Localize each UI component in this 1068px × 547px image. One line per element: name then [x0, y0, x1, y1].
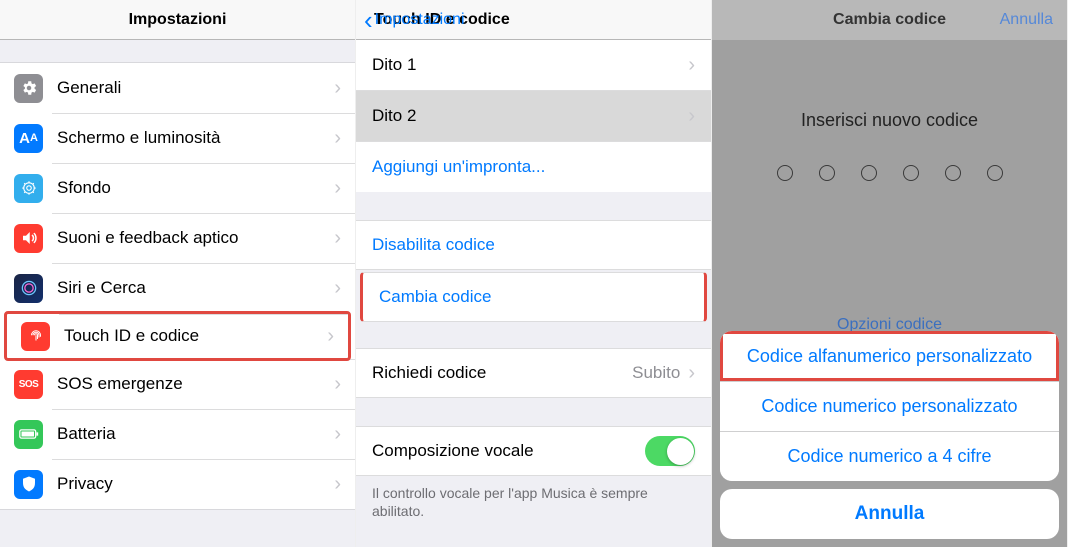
sheet-cancel-button[interactable]: Annulla: [720, 489, 1059, 539]
sheet-option-4digit[interactable]: Codice numerico a 4 cifre: [720, 431, 1059, 481]
chevron-right-icon: ›: [334, 277, 341, 300]
settings-row-sos[interactable]: SOS SOS emergenze ›: [0, 359, 355, 409]
header: Cambia codice Annulla: [712, 0, 1067, 40]
change-code-pane: Cambia codice Annulla Inserisci nuovo co…: [712, 0, 1068, 547]
chevron-right-icon: ›: [334, 177, 341, 200]
passcode-dot: [945, 165, 961, 181]
sos-icon: SOS: [14, 370, 43, 399]
passcode-dot: [987, 165, 1003, 181]
change-code-row[interactable]: Cambia codice: [360, 272, 707, 322]
spacer: [0, 40, 355, 62]
privacy-icon: [14, 470, 43, 499]
sheet-option-custom-numeric[interactable]: Codice numerico personalizzato: [720, 381, 1059, 431]
row-label: Disabilita codice: [372, 235, 695, 255]
row-label: Richiedi codice: [372, 363, 632, 383]
back-label: Impostazioni: [375, 11, 465, 29]
siri-icon: [14, 274, 43, 303]
voice-comp-row: Composizione vocale: [356, 426, 711, 476]
header: Impostazioni: [0, 0, 355, 40]
chevron-right-icon: ›: [334, 423, 341, 446]
finger-row-2[interactable]: Dito 2 ›: [356, 91, 711, 141]
require-code-row[interactable]: Richiedi codice Subito ›: [356, 348, 711, 398]
disable-code-row[interactable]: Disabilita codice: [356, 220, 711, 270]
display-icon: AA: [14, 124, 43, 153]
battery-icon: [14, 420, 43, 449]
chevron-right-icon: ›: [334, 127, 341, 150]
spacer: [356, 398, 711, 426]
settings-row-touchid[interactable]: Touch ID e codice ›: [4, 311, 351, 361]
chevron-right-icon: ›: [334, 227, 341, 250]
settings-row-sounds[interactable]: Suoni e feedback aptico ›: [0, 213, 355, 263]
chevron-right-icon: ›: [334, 77, 341, 100]
passcode-dot: [903, 165, 919, 181]
row-label: Dito 2: [372, 106, 688, 126]
settings-row-battery[interactable]: Batteria ›: [0, 409, 355, 459]
settings-pane: Impostazioni Generali › AA Schermo e lum…: [0, 0, 356, 547]
wallpaper-icon: [14, 174, 43, 203]
settings-group: Generali › AA Schermo e luminosità › Sfo…: [0, 62, 355, 510]
passcode-dot: [777, 165, 793, 181]
header: ‹ Impostazioni Touch ID e codice: [356, 0, 711, 40]
row-label: Dito 1: [372, 55, 688, 75]
row-label: Touch ID e codice: [64, 326, 327, 346]
settings-row-wallpaper[interactable]: Sfondo ›: [0, 163, 355, 213]
row-label: Privacy: [57, 474, 334, 494]
fingerprint-icon: [21, 322, 50, 351]
row-label: Siri e Cerca: [57, 278, 334, 298]
chevron-right-icon: ›: [327, 325, 334, 348]
back-button[interactable]: ‹ Impostazioni: [364, 7, 465, 33]
gear-icon: [14, 74, 43, 103]
section-header: CONSENTI ACCESSO SE BLOCCATO:: [356, 534, 711, 547]
settings-row-siri[interactable]: Siri e Cerca ›: [0, 263, 355, 313]
footer-note: Il controllo vocale per l'app Musica è s…: [356, 476, 711, 534]
add-fingerprint-row[interactable]: Aggiungi un'impronta...: [356, 142, 711, 192]
sounds-icon: [14, 224, 43, 253]
row-label: Cambia codice: [379, 287, 688, 307]
touchid-pane: ‹ Impostazioni Touch ID e codice Dito 1 …: [356, 0, 712, 547]
row-label: Sfondo: [57, 178, 334, 198]
chevron-left-icon: ‹: [364, 7, 373, 33]
settings-row-general[interactable]: Generali ›: [0, 63, 355, 113]
voice-comp-toggle[interactable]: [645, 436, 695, 466]
cancel-button[interactable]: Annulla: [1000, 11, 1053, 29]
row-label: SOS emergenze: [57, 374, 334, 394]
action-sheet-options: Codice alfanumerico personalizzato Codic…: [720, 331, 1059, 481]
row-label: Generali: [57, 78, 334, 98]
chevron-right-icon: ›: [688, 54, 695, 77]
sheet-option-alphanumeric[interactable]: Codice alfanumerico personalizzato: [720, 331, 1059, 381]
action-sheet: Codice alfanumerico personalizzato Codic…: [720, 331, 1059, 539]
row-label: Aggiungi un'impronta...: [372, 157, 695, 177]
row-label: Schermo e luminosità: [57, 128, 334, 148]
spacer: [356, 192, 711, 220]
passcode-dots: [777, 165, 1003, 181]
chevron-right-icon: ›: [688, 362, 695, 385]
passcode-dot: [819, 165, 835, 181]
page-title: Cambia codice: [833, 11, 946, 29]
settings-row-display[interactable]: AA Schermo e luminosità ›: [0, 113, 355, 163]
row-value: Subito: [632, 363, 680, 383]
page-title: Impostazioni: [129, 11, 227, 29]
settings-row-privacy[interactable]: Privacy ›: [0, 459, 355, 509]
passcode-prompt: Inserisci nuovo codice: [801, 110, 978, 131]
chevron-right-icon: ›: [688, 105, 695, 128]
row-label: Batteria: [57, 424, 334, 444]
spacer: [356, 320, 711, 348]
chevron-right-icon: ›: [334, 373, 341, 396]
chevron-right-icon: ›: [334, 473, 341, 496]
passcode-dot: [861, 165, 877, 181]
row-label: Suoni e feedback aptico: [57, 228, 334, 248]
row-label: Composizione vocale: [372, 441, 645, 461]
finger-row-1[interactable]: Dito 1 ›: [356, 40, 711, 90]
